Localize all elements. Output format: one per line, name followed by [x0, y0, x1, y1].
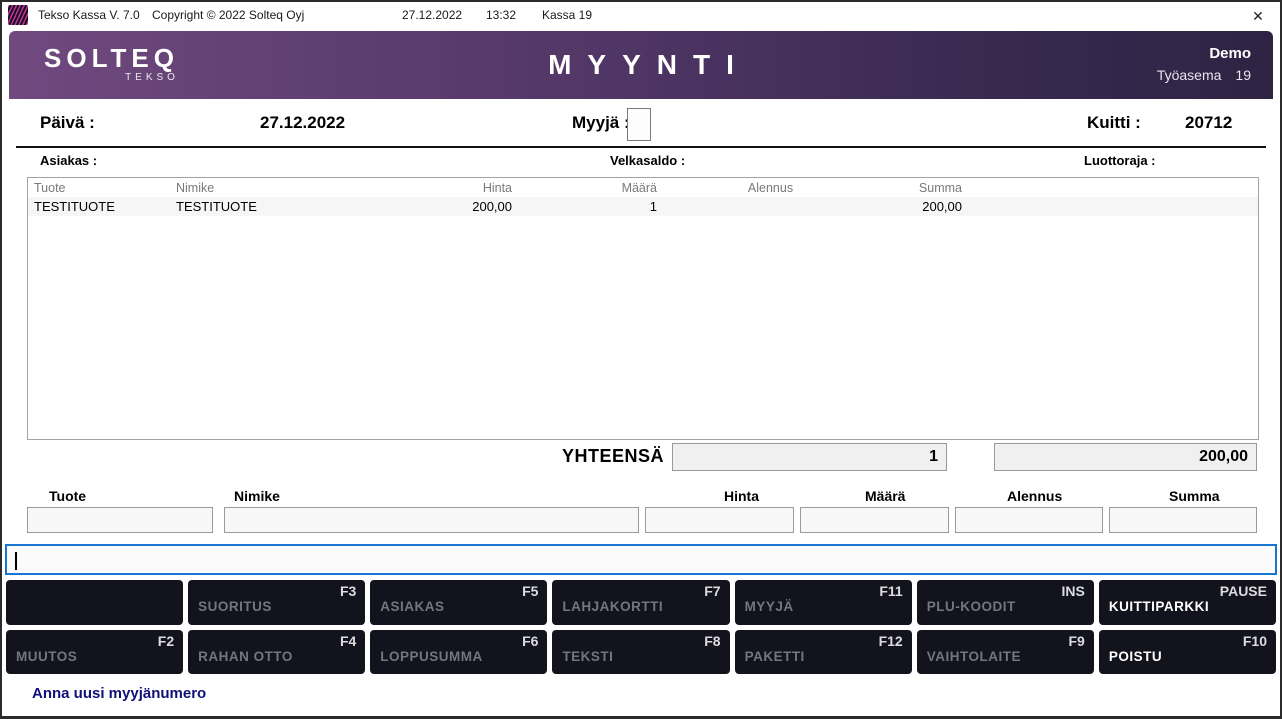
seller-label: Myyjä :	[572, 113, 630, 133]
rahan-otto-button[interactable]: F4 RAHAN OTTO	[188, 630, 365, 674]
workstation-value: 19	[1235, 67, 1251, 83]
button-label: ASIAKAS	[380, 599, 444, 614]
button-label: MUUTOS	[16, 649, 77, 664]
divider-line	[16, 146, 1266, 148]
col-header-maara: Määrä	[518, 181, 663, 195]
total-label: YHTEENSÄ	[542, 446, 664, 467]
muutos-button[interactable]: F2 MUUTOS	[6, 630, 183, 674]
workstation-info: Työasema 19	[1157, 67, 1251, 83]
workstation-label: Työasema	[1157, 67, 1222, 83]
mode-label: Demo	[1157, 45, 1251, 62]
tuote-input[interactable]	[27, 507, 213, 533]
button-key: INS	[1062, 583, 1085, 599]
button-label: LAHJAKORTTI	[562, 599, 663, 614]
col-header-nimike: Nimike	[170, 181, 358, 195]
button-label: PLU-KOODIT	[927, 599, 1016, 614]
receipt-label: Kuitti :	[1087, 113, 1141, 133]
button-key: F2	[158, 633, 174, 649]
button-key: F4	[340, 633, 356, 649]
button-label: POISTU	[1109, 649, 1162, 664]
col-header-alennus: Alennus	[663, 181, 878, 195]
button-key: F10	[1243, 633, 1267, 649]
button-label: VAIHTOLAITE	[927, 649, 1021, 664]
summa-input[interactable]	[1109, 507, 1257, 533]
button-label: MYYJÄ	[745, 599, 794, 614]
col-header-summa: Summa	[878, 181, 968, 195]
page-title: MYYNTI	[9, 49, 1273, 81]
date-label: Päivä :	[40, 113, 95, 133]
blank-button[interactable]	[6, 580, 183, 625]
button-label: SUORITUS	[198, 599, 272, 614]
text-caret	[15, 552, 17, 570]
app-title: Tekso Kassa V. 7.0	[38, 8, 140, 22]
poistu-button[interactable]: F10 POISTU	[1099, 630, 1276, 674]
items-table: Tuote Nimike Hinta Määrä Alennus Summa T…	[27, 177, 1259, 440]
entry-label-summa: Summa	[1169, 488, 1220, 504]
entry-label-maara: Määrä	[865, 488, 905, 504]
teksti-button[interactable]: F8 TEKSTI	[552, 630, 729, 674]
vaihtolaite-button[interactable]: F9 VAIHTOLAITE	[917, 630, 1094, 674]
cell-tuote: TESTITUOTE	[28, 199, 170, 214]
button-key: F3	[340, 583, 356, 599]
plu-koodit-button[interactable]: INS PLU-KOODIT	[917, 580, 1094, 625]
app-window: Tekso Kassa V. 7.0 Copyright © 2022 Solt…	[0, 0, 1282, 719]
button-key: F5	[522, 583, 538, 599]
titlebar-register: Kassa 19	[542, 8, 592, 22]
debt-label: Velkasaldo :	[610, 153, 685, 168]
col-header-hinta: Hinta	[358, 181, 518, 195]
button-key: F9	[1069, 633, 1085, 649]
copyright-text: Copyright © 2022 Solteq Oyj	[152, 8, 304, 22]
customer-label: Asiakas :	[40, 153, 97, 168]
cell-maara: 1	[518, 199, 663, 214]
asiakas-button[interactable]: F5 ASIAKAS	[370, 580, 547, 625]
cell-hinta: 200,00	[358, 199, 518, 214]
button-label: KUITTIPARKKI	[1109, 599, 1209, 614]
button-label: LOPPUSUMMA	[380, 649, 483, 664]
total-sum: 200,00	[994, 443, 1257, 471]
entry-label-hinta: Hinta	[724, 488, 759, 504]
cell-summa: 200,00	[878, 199, 968, 214]
button-label: PAKETTI	[745, 649, 805, 664]
date-value: 27.12.2022	[260, 113, 345, 133]
button-label: RAHAN OTTO	[198, 649, 293, 664]
maara-input[interactable]	[800, 507, 949, 533]
entry-label-alennus: Alennus	[1007, 488, 1062, 504]
button-key: F6	[522, 633, 538, 649]
paketti-button[interactable]: F12 PAKETTI	[735, 630, 912, 674]
app-icon	[8, 5, 28, 25]
receipt-number: 20712	[1185, 113, 1232, 133]
seller-input[interactable]	[627, 108, 651, 141]
command-input[interactable]	[5, 544, 1277, 575]
titlebar-time: 13:32	[486, 8, 516, 22]
lahjakortti-button[interactable]: F7 LAHJAKORTTI	[552, 580, 729, 625]
button-key: F12	[879, 633, 903, 649]
items-table-header: Tuote Nimike Hinta Määrä Alennus Summa	[28, 178, 1258, 197]
button-key: F7	[704, 583, 720, 599]
header-banner: SOLTEQ TEKSO MYYNTI Demo Työasema19	[9, 31, 1273, 99]
myyja-button[interactable]: F11 MYYJÄ	[735, 580, 912, 625]
nimike-input[interactable]	[224, 507, 639, 533]
close-icon[interactable]: ✕	[1248, 6, 1268, 26]
loppusumma-button[interactable]: F6 LOPPUSUMMA	[370, 630, 547, 674]
function-button-grid: F3 SUORITUS F5 ASIAKAS F7 LAHJAKORTTI F1…	[6, 580, 1276, 674]
table-row[interactable]: TESTITUOTE TESTITUOTE 200,00 1 200,00	[28, 197, 1258, 216]
titlebar-date: 27.12.2022	[402, 8, 462, 22]
credit-label: Luottoraja :	[1084, 153, 1156, 168]
button-label: TEKSTI	[562, 649, 613, 664]
status-message: Anna uusi myyjänumero	[32, 685, 206, 702]
total-quantity: 1	[672, 443, 947, 471]
suoritus-button[interactable]: F3 SUORITUS	[188, 580, 365, 625]
hinta-input[interactable]	[645, 507, 794, 533]
button-key: PAUSE	[1220, 583, 1267, 599]
col-header-tuote: Tuote	[28, 181, 170, 195]
titlebar: Tekso Kassa V. 7.0 Copyright © 2022 Solt…	[2, 2, 1280, 29]
entry-label-tuote: Tuote	[49, 488, 86, 504]
alennus-input[interactable]	[955, 507, 1103, 533]
button-key: F11	[879, 583, 902, 599]
entry-label-nimike: Nimike	[234, 488, 280, 504]
kuittiparkki-button[interactable]: PAUSE KUITTIPARKKI	[1099, 580, 1276, 625]
button-key: F8	[704, 633, 720, 649]
cell-nimike: TESTITUOTE	[170, 199, 358, 214]
